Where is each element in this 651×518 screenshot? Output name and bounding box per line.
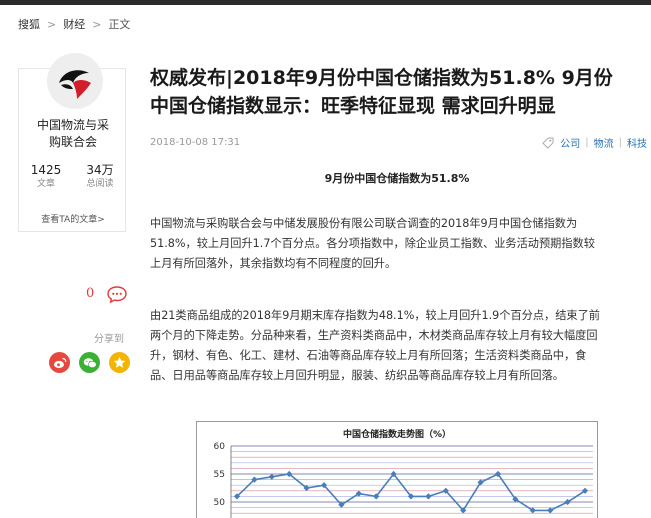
top-bar <box>0 0 651 5</box>
warehouse-index-chart: 中国仓储指数走势图（%） 50 55 60 <box>196 421 598 518</box>
tag-separator: | <box>618 137 622 148</box>
share-label: 分享到 <box>94 334 124 345</box>
y-tick-label: 55 <box>214 470 225 480</box>
views-stat: 34万 总阅读 <box>73 162 127 191</box>
article-paragraph: 由21类商品组成的2018年9月期末库存指数为48.1%，较上月回升1.9个百分… <box>150 306 646 386</box>
tag-icon <box>542 137 554 149</box>
publish-time: 2018-10-08 17:31 <box>150 137 241 148</box>
articles-count: 1425 <box>30 163 62 177</box>
y-tick-label: 50 <box>214 498 226 508</box>
paragraph-line: 上月有所回落外，其余指数均有不同程度的回升。 <box>150 257 397 270</box>
breadcrumb-separator: > <box>47 17 57 31</box>
views-count: 34万 <box>86 163 114 177</box>
wechat-icon <box>83 357 97 368</box>
author-logo-icon <box>47 53 103 109</box>
articles-stat: 1425 文章 <box>19 162 73 191</box>
data-point <box>425 493 432 500</box>
weibo-share-button[interactable] <box>49 352 70 373</box>
breadcrumb-current: 正文 <box>108 18 131 31</box>
articles-label: 文章 <box>36 179 55 189</box>
data-point <box>268 473 275 480</box>
breadcrumb: 搜狐 > 财经 > 正文 <box>18 16 130 32</box>
paragraph-line: 由21类商品组成的2018年9月期末库存指数为48.1%，较上月回升1.9个百分… <box>150 309 600 322</box>
title-line: 中国仓储指数显示：旺季特征显现 需求回升明显 <box>150 95 556 117</box>
comment-count[interactable]: 0 <box>86 286 94 301</box>
weibo-icon <box>53 357 66 368</box>
tag-separator: | <box>585 137 589 148</box>
views-label: 总阅读 <box>86 179 114 189</box>
data-point <box>547 507 554 514</box>
author-card: 中国物流与采 购联合会 1425 文章 34万 总阅读 查看TA的文章> <box>18 53 127 232</box>
author-name-line: 购联合会 <box>48 135 97 149</box>
tag-technology[interactable]: 科技 <box>627 135 647 150</box>
paragraph-line: 中国物流与采购联合会与中储发展股份有限公司联合调查的2018年9月中国仓储指数为 <box>150 217 578 230</box>
comment-icon[interactable] <box>107 286 127 303</box>
tag-list: 公司 | 物流 | 科技 <box>542 135 647 150</box>
paragraph-line: 品、日用品等商品库存较上月回升明显，服装、纺织品等商品库存较上月有所回落。 <box>150 369 564 382</box>
article-title: 权威发布|2018年9月份中国仓储指数为51.8% 9月份 中国仓储指数显示：旺… <box>150 64 650 120</box>
breadcrumb-finance[interactable]: 财经 <box>63 16 85 32</box>
title-line: 权威发布|2018年9月份中国仓储指数为51.8% 9月份 <box>150 67 613 89</box>
paragraph-line: 两个月的下降走势。分品种来看，生产资料类商品中，木材类商品库存较上月有较大幅度回 <box>150 329 598 342</box>
tag-logistics[interactable]: 物流 <box>594 135 614 150</box>
star-icon <box>113 356 126 368</box>
wechat-share-button[interactable] <box>79 352 100 373</box>
chart-canvas: 中国仓储指数走势图（%） 50 55 60 <box>214 428 593 518</box>
avatar[interactable] <box>47 53 103 109</box>
article-paragraph: 中国物流与采购联合会与中储发展股份有限公司联合调查的2018年9月中国仓储指数为… <box>150 214 646 274</box>
breadcrumb-separator: > <box>92 17 102 31</box>
y-tick-label: 60 <box>214 442 226 452</box>
qzone-share-button[interactable] <box>109 352 130 373</box>
tag-company[interactable]: 公司 <box>560 135 580 150</box>
breadcrumb-home[interactable]: 搜狐 <box>18 16 40 32</box>
see-articles-link[interactable]: 查看TA的文章> <box>19 212 127 225</box>
share-buttons <box>49 352 130 373</box>
paragraph-line: 51.8%，较上月回升1.7个百分点。各分项指数中，除企业员工指数、业务活动预期… <box>150 237 595 250</box>
author-name-line: 中国物流与采 <box>36 118 109 132</box>
author-stats: 1425 文章 34万 总阅读 <box>19 162 127 191</box>
chart-title: 中国仓储指数走势图（%） <box>343 428 451 440</box>
paragraph-line: 升，钢材、有色、化工、建材、石油等商品库存较上月有所回落；生活资料类商品中，食 <box>150 349 587 362</box>
article-subheading: 9月份中国仓储指数为51.8% <box>324 172 470 185</box>
author-name[interactable]: 中国物流与采 购联合会 <box>19 117 127 151</box>
